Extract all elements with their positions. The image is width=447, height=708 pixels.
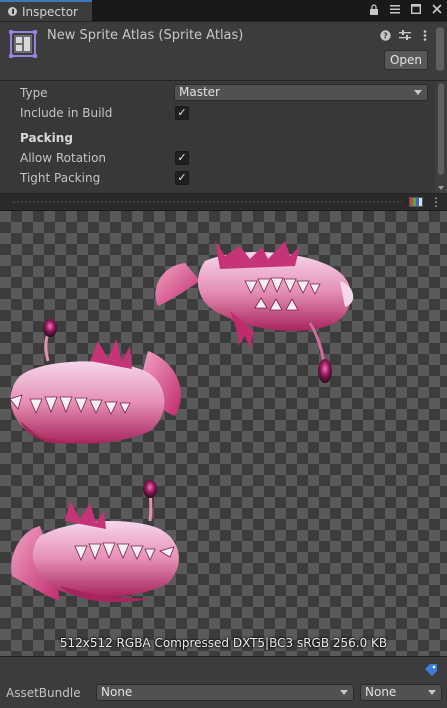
tab-inspector[interactable]: Inspector — [0, 0, 92, 21]
tight-packing-checkbox[interactable]: ✓ — [175, 171, 189, 185]
sprite-creature-3 — [11, 480, 179, 603]
type-value: Master — [179, 85, 220, 99]
sprite-atlas-texture — [9, 241, 354, 603]
allow-rotation-label: Allow Rotation — [20, 151, 107, 165]
asset-bundle-variant-value: None — [365, 685, 397, 699]
tab-label: Inspector — [22, 4, 78, 19]
tight-packing-label: Tight Packing — [20, 171, 101, 185]
tag-icon[interactable] — [424, 663, 438, 677]
include-in-build-checkbox[interactable]: ✓ — [175, 106, 189, 120]
properties-scrollbar[interactable] — [435, 81, 447, 193]
scroll-down-arrow-icon[interactable] — [438, 186, 444, 190]
properties-panel: Type Master Include in Build ✓ Packing A… — [0, 81, 447, 194]
scrollbar-thumb[interactable] — [438, 83, 444, 175]
type-dropdown[interactable]: Master — [174, 84, 428, 101]
packing-heading: Packing — [20, 131, 73, 145]
menu-icon[interactable] — [389, 3, 401, 15]
chevron-down-icon — [428, 690, 436, 695]
resize-grip[interactable] — [12, 201, 402, 203]
texture-info-label: 512x512 RGBA Compressed DXT5|BC3 sRGB 25… — [59, 636, 388, 650]
preset-icon[interactable] — [399, 29, 411, 41]
sprite-creature-2 — [9, 319, 181, 444]
texture-preview: 512x512 RGBA Compressed DXT5|BC3 sRGB 25… — [0, 211, 447, 656]
asset-bundle-label: AssetBundle — [6, 686, 81, 700]
sprite-creature-1 — [155, 241, 354, 383]
header-scrollbar[interactable] — [436, 27, 444, 71]
sprite-atlas-icon — [9, 30, 37, 58]
allow-rotation-checkbox[interactable]: ✓ — [175, 151, 189, 165]
inspector-header: New Sprite Atlas (Sprite Atlas) ? Open — [0, 22, 447, 81]
maximize-icon[interactable] — [410, 3, 422, 15]
chevron-down-icon — [414, 90, 422, 95]
kebab-menu-icon[interactable] — [419, 29, 431, 41]
close-icon[interactable] — [431, 3, 443, 15]
help-icon[interactable]: ? — [379, 29, 391, 41]
preview-toolbar: ⋮ — [0, 194, 447, 211]
asset-bundle-name-value: None — [101, 685, 133, 699]
svg-text:?: ? — [383, 31, 388, 40]
lock-icon[interactable] — [368, 3, 380, 15]
tab-bar: Inspector — [0, 0, 447, 22]
chevron-down-icon — [340, 690, 348, 695]
preview-menu-icon[interactable]: ⋮ — [430, 196, 442, 208]
asset-bundle-name-dropdown[interactable]: None — [96, 684, 354, 701]
open-button[interactable]: Open — [384, 50, 428, 70]
type-label: Type — [20, 86, 48, 100]
asset-bundle-bar: AssetBundle None None — [0, 656, 447, 708]
color-channel-icon[interactable] — [409, 197, 423, 207]
asset-bundle-variant-dropdown[interactable]: None — [360, 684, 442, 701]
asset-title: New Sprite Atlas (Sprite Atlas) — [47, 28, 244, 43]
include-in-build-label: Include in Build — [20, 106, 113, 120]
info-icon — [8, 7, 17, 16]
